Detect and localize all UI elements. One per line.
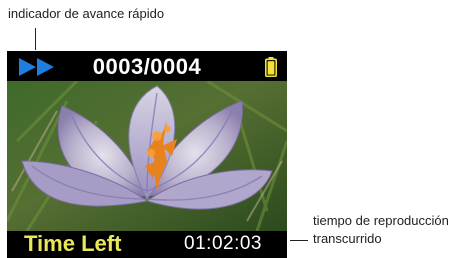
fast-forward-callout: indicador de avance rápido (8, 6, 165, 21)
status-bar: 0003/0004 (7, 51, 287, 81)
time-bar: Time Left 01:02:03 (7, 231, 287, 258)
player-screen: 0003/0004 Time Left 01:02:03 (7, 51, 287, 258)
elapsed-callout-line2: transcurrido (313, 231, 382, 246)
elapsed-time-value: 01:02:03 (184, 233, 262, 254)
elapsed-time-callout: tiempo de reproducción transcurrido (313, 212, 476, 248)
elapsed-callout-line1: tiempo de reproducción (313, 213, 449, 228)
photo-thumbnail (7, 81, 287, 231)
battery-icon (265, 57, 277, 77)
track-counter: 0003/0004 (92, 54, 202, 79)
fast-forward-callout-line (35, 28, 36, 50)
elapsed-callout-line (290, 240, 308, 241)
time-left-label: Time Left (24, 231, 122, 256)
